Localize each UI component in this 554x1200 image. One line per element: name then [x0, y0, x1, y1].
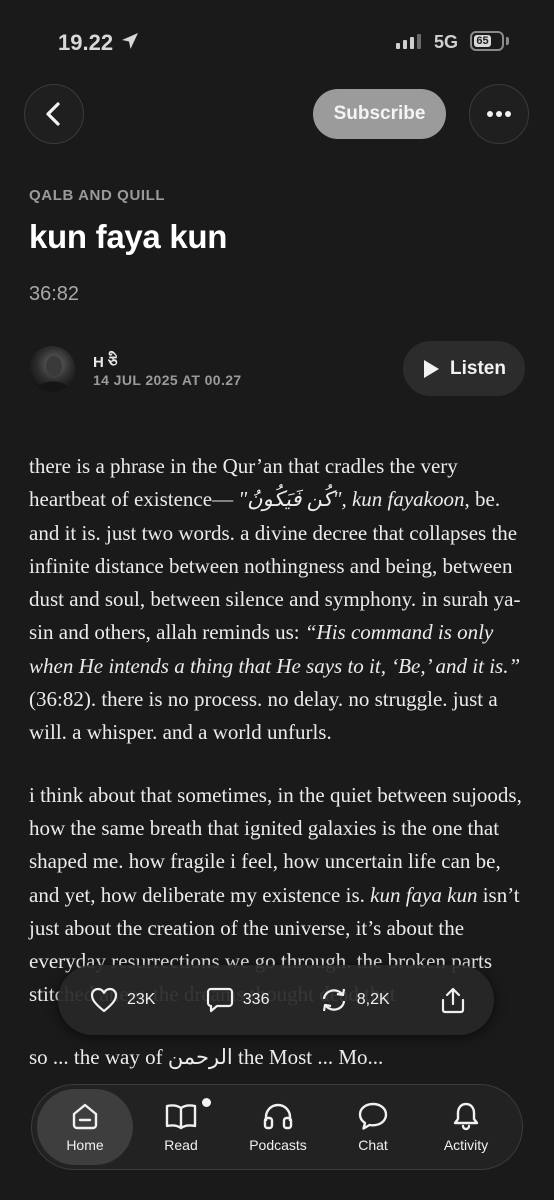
book-icon: [165, 1104, 197, 1130]
comment-button[interactable]: 336: [206, 987, 270, 1013]
post-title: kun faya kun: [29, 218, 228, 255]
restack-button[interactable]: 8,2K: [320, 987, 390, 1013]
comment-count: 336: [242, 991, 270, 1008]
italic-text: kun faya kun: [370, 882, 478, 907]
tab-podcasts[interactable]: Podcasts: [233, 1085, 323, 1169]
share-button[interactable]: [440, 986, 466, 1014]
battery-tip: [506, 37, 509, 45]
more-dots-icon: [487, 111, 511, 117]
status-bar: 19.22 5G 65: [0, 0, 554, 80]
paragraph: there is a phrase in the Qur’an that cra…: [29, 450, 529, 750]
play-icon: [424, 359, 440, 378]
tab-label: Read: [164, 1137, 198, 1153]
publication-name[interactable]: QALB AND QUILL: [29, 187, 165, 204]
location-arrow-icon: [122, 33, 138, 49]
back-button[interactable]: [24, 84, 84, 144]
tab-read[interactable]: Read: [137, 1085, 225, 1169]
tab-label: Chat: [358, 1137, 388, 1153]
tab-activity[interactable]: Activity: [422, 1085, 510, 1169]
author-avatar[interactable]: [29, 346, 75, 392]
like-count: 23K: [127, 991, 156, 1008]
heart-icon: [90, 987, 118, 1013]
battery-icon: 65: [470, 31, 504, 51]
cellular-signal-icon: [396, 34, 421, 49]
post-subtitle: 36:82: [29, 283, 80, 305]
headphones-icon: [263, 1103, 293, 1130]
restack-count: 8,2K: [356, 991, 390, 1008]
bell-icon: [453, 1102, 479, 1131]
paragraph: so ... the way of الرحمن the Most ... Mo…: [29, 1044, 384, 1069]
text: (36:82). there is no process. no delay. …: [29, 687, 498, 745]
tab-label: Activity: [443, 1137, 489, 1153]
subscribe-button[interactable]: Subscribe: [313, 89, 446, 139]
post-date: 14 JUL 2025 AT 00.27: [93, 372, 242, 388]
reactions-bar: 23K 336 8,2K: [58, 965, 494, 1035]
status-time: 19.22: [58, 30, 114, 55]
italic-text: "كُن فَيَكُونُ", kun fayakoon: [238, 487, 465, 512]
restack-icon: [322, 988, 345, 1012]
comment-icon: [206, 987, 233, 1013]
avatar-image: [35, 356, 71, 392]
bottom-tab-bar: Home Read Podcasts Chat Activity: [31, 1084, 523, 1170]
chat-bubble-icon: [358, 1102, 388, 1130]
tab-label: Podcasts: [249, 1137, 307, 1153]
unread-badge: [202, 1098, 211, 1107]
battery-level: 65: [474, 35, 491, 47]
chevron-left-icon: [46, 102, 60, 126]
share-icon: [441, 987, 465, 1014]
tab-home[interactable]: Home: [37, 1089, 133, 1165]
network-type: 5G: [434, 32, 459, 52]
listen-label: Listen: [450, 357, 506, 379]
tab-label: Home: [66, 1137, 104, 1153]
listen-button[interactable]: Listen: [403, 341, 525, 396]
more-options-button[interactable]: [469, 84, 529, 144]
home-icon: [72, 1103, 98, 1130]
tab-chat[interactable]: Chat: [329, 1085, 417, 1169]
like-button[interactable]: 23K: [90, 987, 155, 1013]
